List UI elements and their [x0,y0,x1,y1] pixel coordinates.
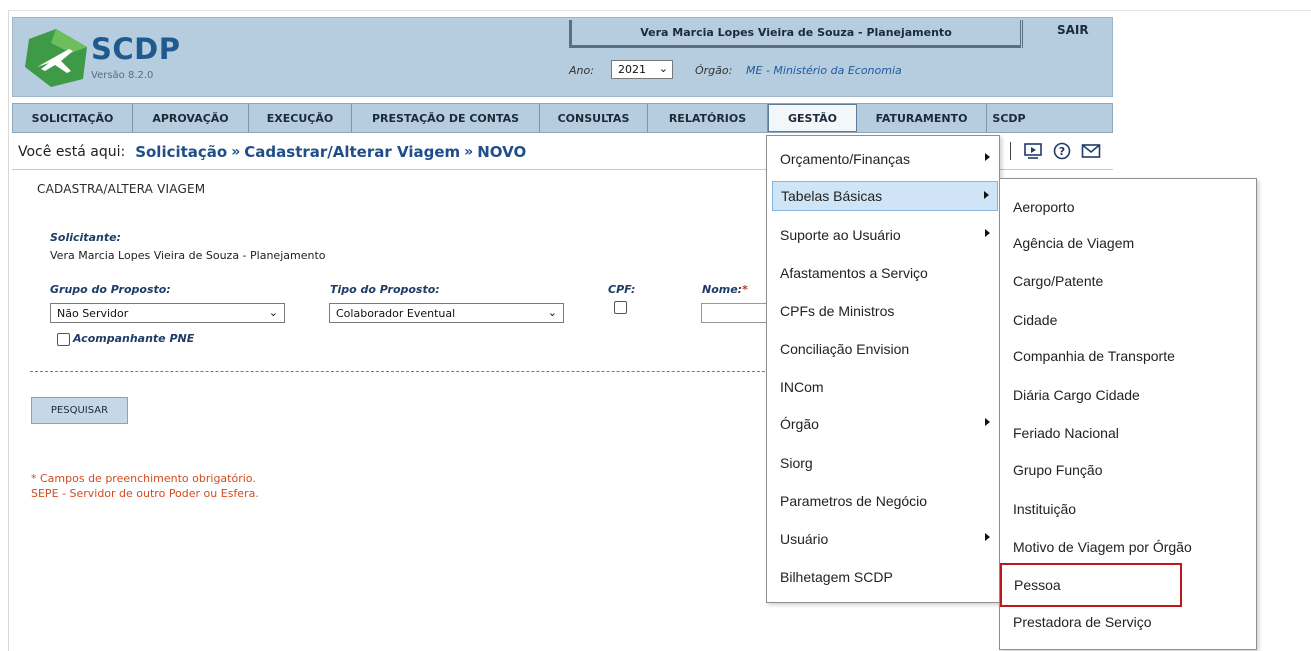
menu-consultas[interactable]: CONSULTAS [540,104,648,132]
menu-faturamento[interactable]: FATURAMENTO [857,104,987,132]
submenu-arrow-icon [985,418,990,426]
svg-text:?: ? [1059,145,1065,158]
organ-label: Órgão: [695,64,733,77]
submenu-item-agencia-viagem[interactable]: Agência de Viagem [1001,228,1255,258]
submenu-item-aeroporto[interactable]: Aeroporto [1001,192,1255,222]
search-button[interactable]: PESQUISAR [31,397,128,424]
submenu-item-motivo-viagem-orgao[interactable]: Motivo de Viagem por Órgão [1001,532,1255,562]
chevron-down-icon: ⌄ [658,62,668,75]
menu-solicitacao[interactable]: SOLICITAÇÃO [13,104,133,132]
acompanhante-pne-label: Acompanhante PNE [73,332,195,345]
submenu-item-pessoa[interactable]: Pessoa [1000,563,1182,607]
toolbar-divider [1010,142,1011,160]
logout-button[interactable]: SAIR [1057,23,1089,37]
organ-value: ME - Ministério da Economia [746,64,902,77]
submenu-item-feriado-nacional[interactable]: Feriado Nacional [1001,418,1255,448]
menu-item-incom[interactable]: INCom [768,372,998,402]
gestao-dropdown-menu: Orçamento/Finanças Tabelas Básicas Supor… [766,135,1000,603]
cpf-checkbox[interactable] [614,301,627,314]
year-label: Ano: [569,64,594,77]
submenu-item-cargo-patente[interactable]: Cargo/Patente [1001,266,1255,296]
menu-scdp[interactable]: SCDP [987,104,1031,132]
submenu-item-instituicao[interactable]: Instituição [1001,494,1255,524]
acompanhante-pne-checkbox[interactable] [57,333,70,346]
year-select[interactable]: 2021 ⌄ [611,60,673,79]
app-version: Versão 8.2.0 [91,70,154,81]
menu-execucao[interactable]: EXECUÇÃO [249,104,352,132]
submenu-item-diaria-cargo-cidade[interactable]: Diária Cargo Cidade [1001,380,1255,410]
nome-input[interactable] [701,303,767,323]
required-marker: * [742,283,748,296]
main-menu-bar: SOLICITAÇÃO APROVAÇÃO EXECUÇÃO PRESTAÇÃO… [12,103,1113,133]
chevron-down-icon: ⌄ [268,306,278,319]
menu-item-usuario[interactable]: Usuário [768,524,998,554]
submenu-arrow-icon [985,153,990,161]
nome-label: Nome:* [702,283,748,296]
menu-item-siorg[interactable]: Siorg [768,448,998,478]
breadcrumb-item-novo: NOVO [477,143,527,161]
menu-item-bilhetagem-scdp[interactable]: Bilhetagem SCDP [768,562,998,592]
double-chevron-right-icon: » [231,144,241,160]
submenu-item-companhia-transporte[interactable]: Companhia de Transporte [1001,341,1255,371]
submenu-item-cidade[interactable]: Cidade [1001,305,1255,335]
menu-item-tabelas-basicas[interactable]: Tabelas Básicas [772,181,998,211]
double-chevron-right-icon: » [464,144,474,160]
menu-item-label: Orçamento/Finanças [780,151,910,167]
tipo-proposto-label: Tipo do Proposto: [330,283,440,296]
breadcrumb-prefix: Você está aqui: [18,144,126,160]
nome-label-text: Nome: [702,283,743,296]
tipo-proposto-value: Colaborador Eventual [336,306,456,320]
chevron-down-icon: ⌄ [547,306,557,319]
menu-item-cpfs-ministros[interactable]: CPFs de Ministros [768,296,998,326]
menu-item-conciliacao-envision[interactable]: Conciliação Envision [768,334,998,364]
menu-gestao[interactable]: GESTÃO [768,104,857,132]
user-name: Vera Marcia Lopes Vieira de Souza - Plan… [640,26,952,39]
breadcrumb-item-cadastrar[interactable]: Cadastrar/Alterar Viagem [244,143,460,161]
solicitante-value: Vera Marcia Lopes Vieira de Souza - Plan… [50,249,326,262]
menu-item-parametros-negocio[interactable]: Parametros de Negócio [768,486,998,516]
menu-item-orgao[interactable]: Órgão [768,409,998,439]
menu-item-orcamento-financas[interactable]: Orçamento/Finanças [768,144,998,174]
solicitante-label: Solicitante: [50,231,121,244]
menu-item-suporte-usuario[interactable]: Suporte ao Usuário [768,220,998,250]
grupo-proposto-select[interactable]: Não Servidor ⌄ [50,303,285,323]
presentation-icon[interactable] [1023,142,1043,160]
section-divider [30,371,770,372]
menu-item-label: Órgão [780,416,819,432]
app-logo-text: SCDP [91,32,181,66]
year-value: 2021 [618,63,646,76]
menu-item-afastamentos[interactable]: Afastamentos a Serviço [768,258,998,288]
submenu-arrow-icon [984,191,989,199]
menu-item-label: Usuário [780,531,829,547]
breadcrumb: Você está aqui: Solicitação » Cadastrar/… [18,143,526,161]
tipo-proposto-select[interactable]: Colaborador Eventual ⌄ [329,303,564,323]
menu-item-label: Suporte ao Usuário [780,227,901,243]
mail-icon[interactable] [1081,143,1101,159]
submenu-arrow-icon [985,229,990,237]
header-divider [1022,20,1023,48]
tabelas-basicas-submenu: Aeroporto Agência de Viagem Cargo/Patent… [999,178,1257,650]
menu-relatorios[interactable]: RELATÓRIOS [648,104,768,132]
breadcrumb-item-solicitacao[interactable]: Solicitação [135,143,227,161]
scdp-logo-icon [25,29,87,87]
menu-aprovacao[interactable]: APROVAÇÃO [133,104,249,132]
submenu-item-prestadora-servico[interactable]: Prestadora de Serviço [1001,607,1255,637]
help-icon[interactable]: ? [1053,142,1071,160]
grupo-proposto-label: Grupo do Proposto: [50,283,171,296]
sepe-note: SEPE - Servidor de outro Poder ou Esfera… [31,487,259,500]
required-fields-note: * Campos de preenchimento obrigatório. [31,472,256,485]
app-header: SCDP Versão 8.2.0 Vera Marcia Lopes Viei… [12,17,1113,97]
toolbar-icons: ? [1010,142,1101,160]
cpf-label: CPF: [608,283,636,296]
menu-prestacao-contas[interactable]: PRESTAÇÃO DE CONTAS [352,104,540,132]
menu-item-label: Tabelas Básicas [781,188,883,204]
submenu-item-grupo-funcao[interactable]: Grupo Função [1001,455,1255,485]
grupo-proposto-value: Não Servidor [57,306,129,320]
user-name-box: Vera Marcia Lopes Vieira de Souza - Plan… [569,20,1021,48]
submenu-arrow-icon [985,533,990,541]
form-title: CADASTRA/ALTERA VIAGEM [37,182,206,196]
